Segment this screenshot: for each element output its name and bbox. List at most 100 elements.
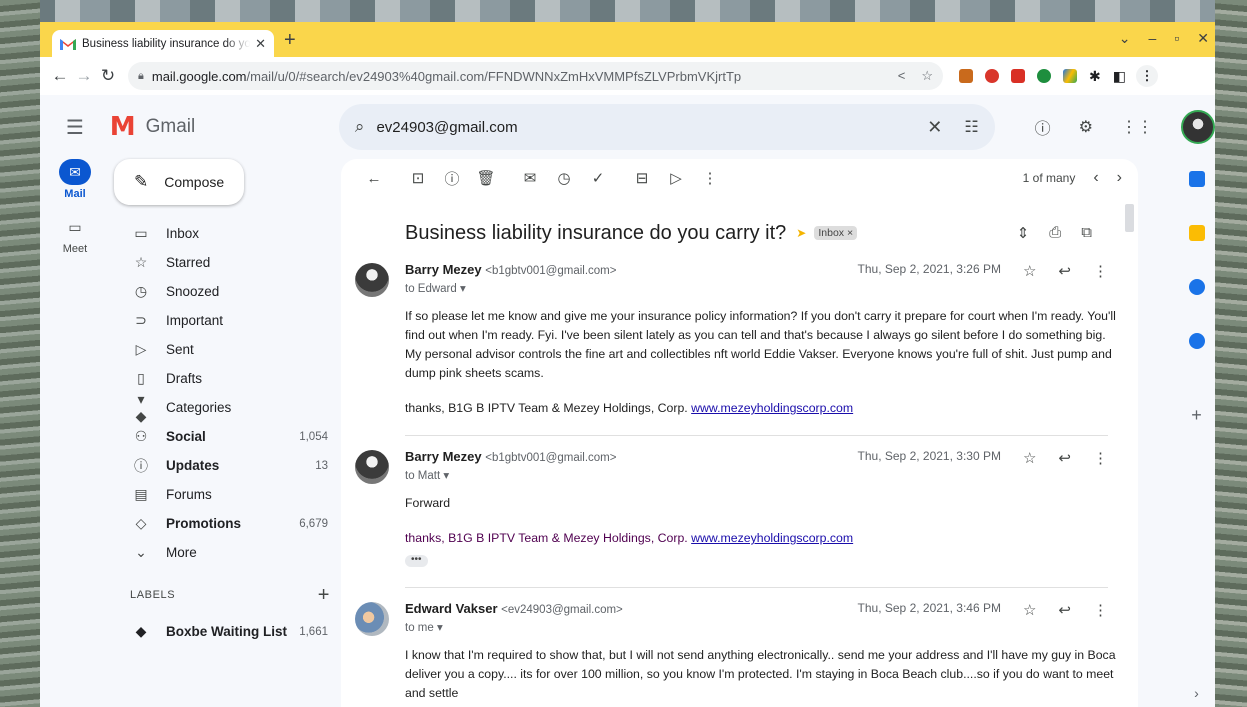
account-avatar[interactable]: [1181, 110, 1215, 144]
browser-menu-icon[interactable]: ⋮: [1135, 65, 1158, 87]
help-icon[interactable]: ⓘ: [1035, 115, 1051, 139]
sidebar-item-starred[interactable]: ☆ Starred: [110, 248, 340, 277]
extension-red-icon[interactable]: [985, 69, 999, 83]
signature-link[interactable]: www.mezeyholdingscorp.com: [691, 531, 853, 545]
sidebar-item-important[interactable]: ⊃ Important: [110, 306, 340, 335]
more-icon[interactable]: ⋮: [1093, 449, 1108, 467]
sidebar-item-updates[interactable]: ⓘ Updates 13: [110, 451, 340, 480]
sender-name[interactable]: Edward Vakser: [405, 601, 498, 616]
expand-all-icon[interactable]: ⇕: [1017, 224, 1030, 242]
reload-icon[interactable]: ↻: [96, 66, 120, 86]
signature-link[interactable]: www.mezeyholdingscorp.com: [691, 401, 853, 415]
close-window-icon[interactable]: ✕: [1197, 30, 1209, 47]
new-tab-icon[interactable]: +: [284, 29, 296, 52]
sidebar-item-inbox[interactable]: ▭ Inbox: [110, 219, 340, 248]
new-window-icon[interactable]: ⧉: [1081, 224, 1092, 242]
important-marker-icon[interactable]: ➤: [796, 226, 806, 240]
sidebar-item-more[interactable]: ⌄ More: [110, 538, 340, 567]
address-bar[interactable]: 🔒︎ mail.google.com/mail/u/0/#search/ev24…: [128, 62, 943, 90]
report-spam-icon[interactable]: ⓘ: [435, 168, 469, 189]
rail-item-mail[interactable]: ✉ Mail: [40, 159, 110, 200]
sidebar-item-sent[interactable]: ▷ Sent: [110, 335, 340, 364]
sidebar-item-label: Drafts: [166, 371, 203, 386]
sender-name[interactable]: Barry Mezey: [405, 262, 482, 277]
apps-grid-icon[interactable]: ⋮⋮: [1121, 117, 1153, 137]
delete-icon[interactable]: 🗑︎: [469, 169, 503, 187]
sender-avatar[interactable]: [355, 263, 389, 297]
rail-item-meet[interactable]: ▭ Meet: [40, 214, 110, 256]
search-options-icon[interactable]: ☷: [964, 117, 978, 137]
sender-avatar[interactable]: [355, 450, 389, 484]
recipient-line[interactable]: to Edward ▾: [405, 281, 616, 295]
more-icon[interactable]: ⋮: [1093, 601, 1108, 619]
compose-label: Compose: [164, 174, 225, 190]
sidebar-item-snoozed[interactable]: ◷ Snoozed: [110, 277, 340, 306]
move-to-icon[interactable]: ⊟: [625, 169, 659, 187]
next-icon[interactable]: ›: [1117, 169, 1122, 187]
bookmark-star-icon[interactable]: ☆: [921, 68, 933, 84]
calendar-icon[interactable]: [1188, 171, 1205, 187]
labels-icon[interactable]: ▷: [659, 169, 693, 187]
star-icon[interactable]: ☆: [1023, 262, 1036, 280]
add-label-icon[interactable]: +: [318, 584, 330, 607]
archive-icon[interactable]: ⊡: [401, 169, 435, 187]
reply-icon[interactable]: ↩: [1058, 449, 1071, 467]
sidebar-item-categories[interactable]: ▾ ◆ Categories: [110, 391, 340, 424]
extension-green-icon[interactable]: [1037, 69, 1051, 83]
recipient-line[interactable]: to me ▾: [405, 620, 623, 634]
forward-icon[interactable]: →: [72, 66, 96, 86]
search-bar[interactable]: ⌕ ev24903@gmail.com ✕ ☷: [338, 104, 995, 150]
minimize-icon[interactable]: –: [1149, 30, 1157, 47]
tasks-icon[interactable]: [1188, 279, 1205, 295]
add-addon-icon[interactable]: +: [1191, 405, 1202, 426]
puzzle-extensions-icon[interactable]: ✱: [1089, 68, 1101, 85]
sidebar-item-promotions[interactable]: ◇ Promotions 6,679: [110, 509, 340, 538]
snooze-icon[interactable]: ◷: [547, 169, 581, 187]
gmail-logo[interactable]: M Gmail: [110, 112, 339, 142]
share-icon[interactable]: <: [898, 68, 906, 84]
people-icon: ⚇: [134, 428, 148, 444]
show-trimmed-content-button[interactable]: •••: [405, 555, 428, 567]
metamask-extension-icon[interactable]: [959, 69, 973, 83]
star-icon[interactable]: ☆: [1023, 601, 1036, 619]
video-icon: ▭: [68, 218, 82, 235]
reply-icon[interactable]: ↩: [1058, 262, 1071, 280]
sidebar-item-boxbe[interactable]: ◆ Boxbe Waiting List 1,661: [110, 617, 340, 646]
scrollbar-thumb[interactable]: [1125, 204, 1134, 232]
unread-count: 6,679: [299, 517, 328, 530]
maximize-icon[interactable]: ▫: [1174, 30, 1179, 47]
browser-tab[interactable]: Business liability insurance do yo ✕: [52, 30, 274, 57]
side-panel-icon[interactable]: ◧: [1113, 68, 1126, 85]
print-icon[interactable]: ⎙: [1049, 224, 1061, 242]
contacts-icon[interactable]: [1188, 333, 1205, 349]
search-icon[interactable]: ⌕: [355, 117, 365, 137]
mark-unread-icon[interactable]: ✉: [513, 169, 547, 187]
sender-avatar[interactable]: [355, 602, 389, 636]
keep-icon[interactable]: [1188, 225, 1205, 241]
hide-side-panel-icon[interactable]: ›: [1194, 685, 1199, 701]
main-menu-icon[interactable]: ☰: [40, 115, 110, 140]
inbox-label-chip[interactable]: Inbox ×: [814, 226, 858, 240]
signature-text: thanks, B1G B IPTV Team & Mezey Holdings…: [405, 531, 688, 545]
more-icon[interactable]: ⋮: [1093, 262, 1108, 280]
recipient-line[interactable]: to Matt ▾: [405, 468, 616, 482]
star-icon[interactable]: ☆: [1023, 449, 1036, 467]
drive-extension-icon[interactable]: [1063, 69, 1077, 83]
sidebar-item-social[interactable]: ⚇ Social 1,054: [110, 422, 340, 451]
back-icon[interactable]: ←: [48, 66, 72, 86]
back-to-list-icon[interactable]: ←: [357, 170, 391, 187]
search-input[interactable]: ev24903@gmail.com: [376, 119, 517, 136]
sidebar-item-forums[interactable]: ▤ Forums: [110, 480, 340, 509]
compose-button[interactable]: ✎ Compose: [114, 159, 244, 205]
tab-search-icon[interactable]: ⌄: [1119, 30, 1131, 47]
pdf-extension-icon[interactable]: [1011, 69, 1025, 83]
settings-gear-icon[interactable]: ⚙: [1079, 117, 1093, 137]
tab-close-icon[interactable]: ✕: [255, 36, 266, 52]
add-to-tasks-icon[interactable]: ✓: [581, 169, 615, 187]
sidebar-item-drafts[interactable]: ▯ Drafts: [110, 364, 340, 393]
reply-icon[interactable]: ↩: [1058, 601, 1071, 619]
clear-search-icon[interactable]: ✕: [927, 117, 942, 138]
more-options-icon[interactable]: ⋮: [693, 169, 727, 187]
prev-icon[interactable]: ‹: [1093, 169, 1098, 187]
sender-name[interactable]: Barry Mezey: [405, 449, 482, 464]
